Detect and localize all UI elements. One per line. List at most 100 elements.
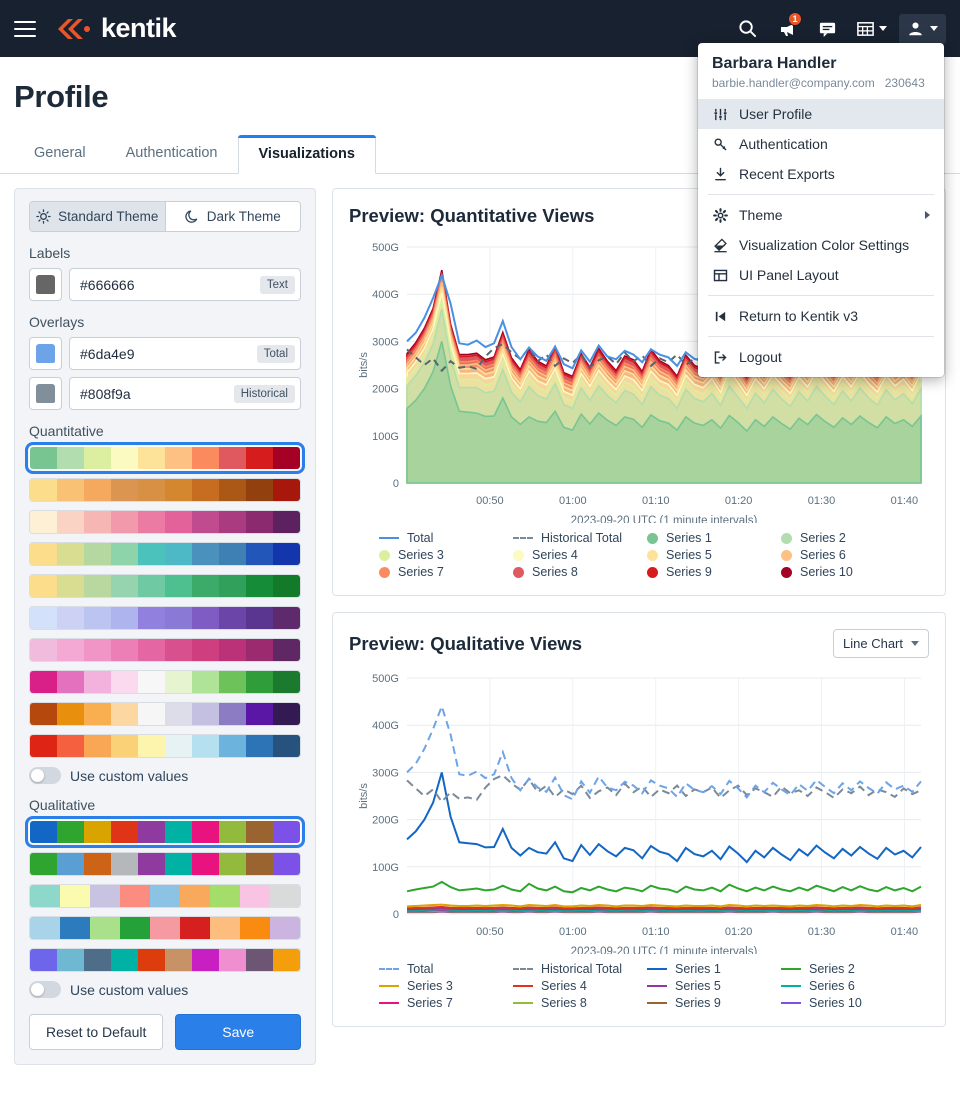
apps-grid-icon[interactable] [850,14,893,44]
qualitative-palette-2[interactable] [29,884,301,908]
user-name: Barbara Handler [712,55,837,72]
dark-theme-button[interactable]: Dark Theme [164,202,301,231]
qualitative-legend-item[interactable]: Series 3 [379,979,513,993]
quantitative-legend-item[interactable]: Series 10 [781,565,915,579]
legend-line-icon [647,985,667,987]
kentik-logo[interactable]: kentik [54,13,177,44]
qualitative-legend-item[interactable]: Series 2 [781,962,915,976]
quantitative-legend-item[interactable]: Historical Total [513,531,647,545]
qualitative-palette-3[interactable] [29,916,301,940]
back-icon [712,309,729,324]
quantitative-palette-2[interactable] [29,510,301,534]
palette-swatch [219,479,246,501]
dark-theme-label: Dark Theme [206,209,281,224]
qualitative-legend-item[interactable]: Series 1 [647,962,781,976]
quantitative-custom-values-toggle[interactable] [29,767,61,784]
qualitative-legend-item[interactable]: Series 10 [781,996,915,1010]
palette-swatch [84,853,111,875]
menu-item-logout[interactable]: Logout [698,342,944,372]
legend-label: Series 3 [398,548,444,562]
palette-swatch [246,735,273,757]
qualitative-legend-item[interactable]: Series 4 [513,979,647,993]
quantitative-palette-0[interactable] [25,442,305,474]
download-icon [712,167,729,182]
menu-item-recent-exports[interactable]: Recent Exports [698,159,944,189]
quantitative-palette-8[interactable] [29,702,301,726]
quantitative-palette-3[interactable] [29,542,301,566]
quantitative-legend-item[interactable]: Series 8 [513,565,647,579]
palette-swatch [120,885,150,907]
quantitative-legend-item[interactable]: Total [379,531,513,545]
tab-authentication[interactable]: Authentication [106,135,238,174]
palette-swatch [240,917,270,939]
tab-visualizations[interactable]: Visualizations [237,135,377,174]
quantitative-legend-item[interactable]: Series 1 [647,531,781,545]
quantitative-palette-9[interactable] [29,734,301,758]
megaphone-icon[interactable]: 1 [770,11,804,44]
quantitative-legend-item[interactable]: Series 5 [647,548,781,562]
qualitative-legend-item[interactable]: Historical Total [513,962,647,976]
qualitative-legend-item[interactable]: Series 9 [647,996,781,1010]
quantitative-palette-7[interactable] [29,670,301,694]
qualitative-legend-item[interactable]: Total [379,962,513,976]
standard-theme-button[interactable]: Standard Theme [30,202,165,231]
quantitative-legend-item[interactable]: Series 7 [379,565,513,579]
quantitative-legend-item[interactable]: Series 2 [781,531,915,545]
menu-item-ui-panel-layout[interactable]: UI Panel Layout [698,260,944,290]
menu-item-visualization-color-settings[interactable]: Visualization Color Settings [698,230,944,260]
palette-swatch [30,917,60,939]
reset-to-default-button[interactable]: Reset to Default [29,1014,164,1050]
menu-divider [708,336,934,337]
search-icon[interactable] [730,14,764,44]
x-tick-label: 01:20 [725,495,753,507]
palette-swatch [30,607,57,629]
quantitative-palette-6[interactable] [29,638,301,662]
menu-item-theme[interactable]: Theme [698,200,944,230]
hamburger-icon[interactable] [14,20,36,37]
qualitative-palette-1[interactable] [29,852,301,876]
historical-color-swatch-button[interactable] [29,377,62,410]
quantitative-palette-1[interactable] [29,478,301,502]
quantitative-legend-item[interactable]: Series 6 [781,548,915,562]
historical-color-field[interactable]: #808f9a Historical [69,377,301,410]
palette-swatch [273,821,300,843]
quantitative-custom-values-row: Use custom values [29,767,301,784]
qualitative-legend-item[interactable]: Series 5 [647,979,781,993]
palette-swatch [111,949,138,971]
chart-type-select[interactable]: Line Chart [833,629,929,658]
quantitative-legend-item[interactable]: Series 4 [513,548,647,562]
tab-general[interactable]: General [14,135,106,174]
text-color-swatch-button[interactable] [29,268,62,301]
chevron-down-icon [930,26,938,31]
total-color-swatch-button[interactable] [29,337,62,370]
palette-swatch [84,703,111,725]
palette-swatch [180,917,210,939]
user-avatar-icon[interactable] [899,13,946,44]
palette-swatch [111,511,138,533]
text-color-field[interactable]: #666666 Text [69,268,301,301]
legend-dot-icon [513,566,524,578]
palette-swatch [219,821,246,843]
quantitative-legend-item[interactable]: Series 9 [647,565,781,579]
qualitative-chart[interactable]: 0 100G 200G 300G 400G 500G 00:50 01:00 01:10 01:2… [349,664,929,954]
qualitative-legend-item[interactable]: Series 7 [379,996,513,1010]
qualitative-legend-item[interactable]: Series 6 [781,979,915,993]
qualitative-palette-0[interactable] [25,816,305,848]
qualitative-legend-item[interactable]: Series 8 [513,996,647,1010]
total-color-field[interactable]: #6da4e9 Total [69,337,301,370]
quantitative-palette-5[interactable] [29,606,301,630]
chat-icon[interactable] [810,14,844,44]
qualitative-custom-values-toggle[interactable] [29,981,61,998]
quantitative-palette-4[interactable] [29,574,301,598]
quantitative-legend-item[interactable]: Series 3 [379,548,513,562]
legend-label: Series 1 [666,531,712,545]
menu-item-label: Logout [739,349,782,365]
menu-item-return-to-kentik-v3[interactable]: Return to Kentik v3 [698,301,944,331]
y-tick-label: 0 [393,909,399,921]
line-series-1 [406,772,922,864]
menu-item-user-profile[interactable]: User Profile [698,99,944,129]
qualitative-palette-4[interactable] [29,948,301,972]
palette-swatch [219,575,246,597]
save-button[interactable]: Save [175,1014,301,1050]
menu-item-authentication[interactable]: Authentication [698,129,944,159]
